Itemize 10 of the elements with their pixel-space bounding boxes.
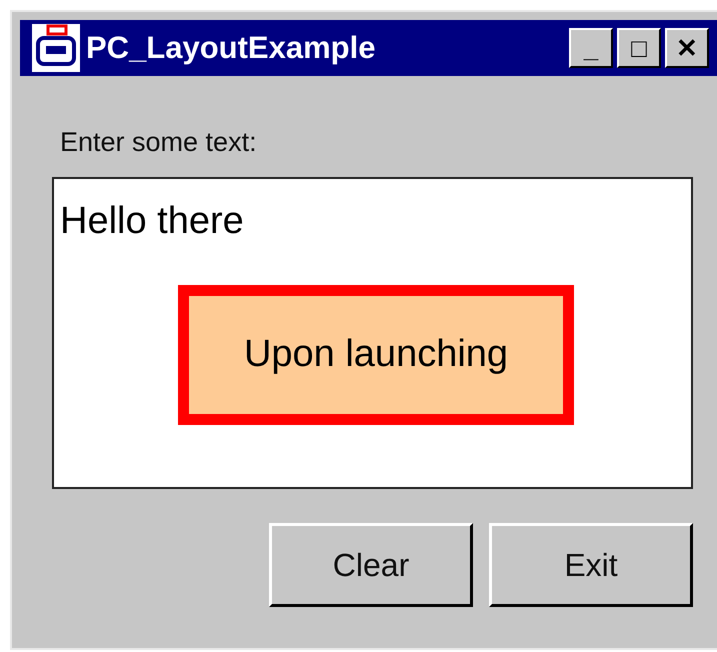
close-button[interactable]: ✕ xyxy=(665,28,709,68)
maximize-button[interactable]: □ xyxy=(617,28,661,68)
window-title: PC_LayoutExample xyxy=(86,28,376,67)
callout-note: Upon launching xyxy=(178,284,574,424)
minimize-button[interactable]: _ xyxy=(569,28,613,68)
text-area[interactable]: Hello there Upon launching xyxy=(52,176,693,488)
app-icon xyxy=(32,24,80,72)
clear-button[interactable]: Clear xyxy=(269,522,473,606)
prompt-label: Enter some text: xyxy=(60,126,258,159)
exit-button[interactable]: Exit xyxy=(489,522,693,606)
